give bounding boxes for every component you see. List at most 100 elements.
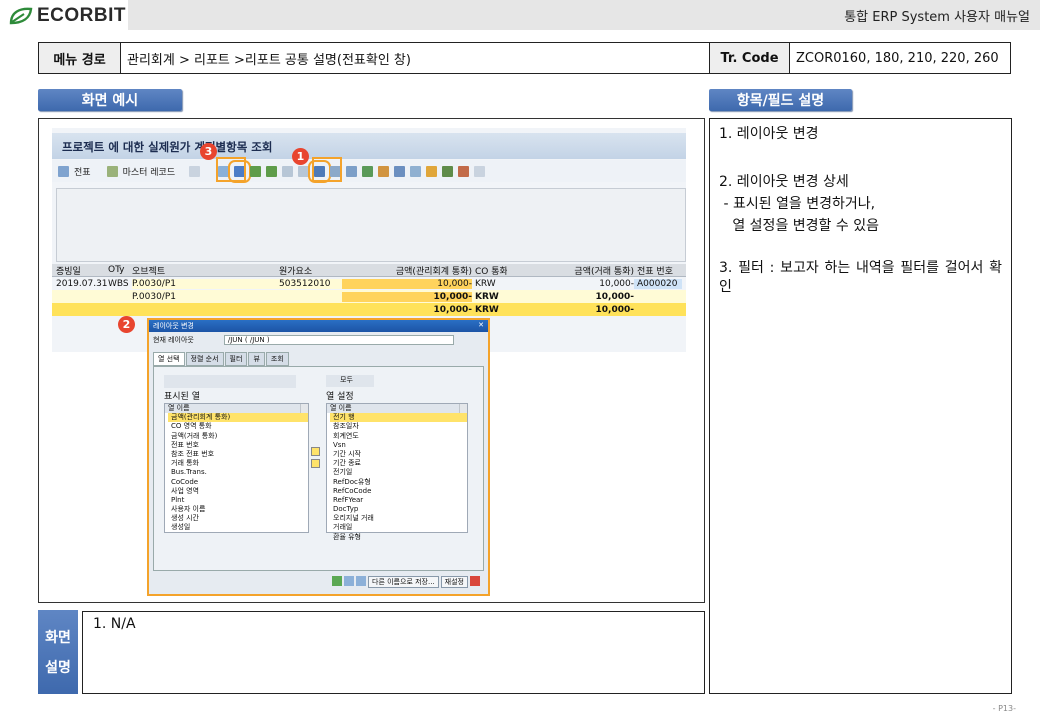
list-item[interactable]: 참조 전표 번호 — [168, 450, 308, 459]
tr-code-value: ZCOR0160, 180, 210, 220, 260 — [796, 50, 999, 66]
section-field-desc: 항목/필드 설명 — [709, 89, 852, 111]
layout-highlight — [312, 157, 342, 182]
list-item[interactable]: 환율 유형 — [330, 533, 467, 542]
col-header[interactable]: OTy — [108, 265, 132, 275]
screen-description-box: 1. N/A — [82, 611, 705, 694]
refresh-icon[interactable] — [189, 165, 201, 177]
list-item[interactable]: Plnt — [168, 496, 308, 505]
excel-icon[interactable] — [362, 165, 374, 177]
col-header[interactable]: 금액(관리회계 통화) — [342, 264, 472, 277]
list-item[interactable]: RefCoCode — [330, 487, 467, 496]
scrollbar[interactable] — [459, 404, 467, 414]
list-item[interactable]: 금액(관리회계 통화) — [168, 413, 308, 423]
mail-icon[interactable] — [426, 165, 438, 177]
menu-path-table: 메뉴 경로 관리회계 > 리포트 >리포트 공통 설명(전표확인 창) Tr. … — [38, 42, 1011, 74]
move-left-icon[interactable] — [311, 459, 320, 468]
list-item[interactable]: Bus.Trans. — [168, 468, 308, 477]
scrollbar[interactable] — [300, 404, 308, 414]
close-icon[interactable]: ✕ — [478, 321, 484, 331]
layout-save-icon[interactable] — [346, 165, 358, 177]
list-item[interactable]: 기간 시작 — [330, 450, 467, 459]
cancel-icon[interactable] — [470, 576, 480, 586]
screen-desc-label-1: 화면 — [45, 630, 71, 646]
subtotal-row[interactable]: P.0030/P1 10,000- KRW 10,000- — [52, 290, 686, 303]
column-set-header: 열 설정 — [326, 392, 354, 402]
cell: KRW — [475, 304, 499, 315]
export-icon[interactable] — [378, 165, 390, 177]
doc-button-label[interactable]: 전표 — [74, 165, 91, 178]
tab-sort[interactable]: 정렬 순서 — [185, 352, 224, 366]
col-header[interactable]: 전표 번호 — [634, 264, 682, 277]
tab-display[interactable]: 조회 — [265, 352, 289, 366]
alv-grid: 증빙일 OTy 오브젝트 원가요소 금액(관리회계 통화) CO 통화 금액(거… — [52, 264, 686, 316]
tr-code-label: Tr. Code — [710, 43, 790, 73]
save-as-button[interactable]: 다른 이름으로 저장... — [368, 576, 439, 588]
list-item[interactable]: 금액(거래 통화) — [168, 432, 308, 441]
cell: 503512010 — [277, 278, 342, 289]
save-icon[interactable] — [344, 576, 355, 586]
sum-icon[interactable] — [442, 165, 454, 177]
menu-path-value: 관리회계 > 리포트 >리포트 공통 설명(전표확인 창) — [121, 43, 710, 73]
col-header[interactable]: CO 통화 — [472, 264, 507, 277]
col-header[interactable]: 금액(거래 통화) — [507, 264, 634, 277]
master-record-icon[interactable] — [106, 165, 118, 177]
badge-1: 1 — [292, 148, 309, 165]
dialog-tabs: 열 선택 정렬 순서 필터 뷰 조회 — [149, 348, 488, 366]
screen-desc-label-2: 설명 — [45, 660, 71, 676]
list-item[interactable]: 생성일 — [168, 523, 308, 532]
list-item[interactable]: RefDoc유형 — [330, 478, 467, 487]
list-item[interactable]: CoCode — [168, 478, 308, 487]
list-item[interactable]: Vsn — [330, 441, 467, 450]
displayed-columns-list[interactable]: 열 이름 금액(관리회계 통화) CO 영역 통화 금액(거래 통화) 전표 번호 참조… — [164, 403, 309, 533]
list-item[interactable]: DocTyp — [330, 505, 467, 514]
list-item[interactable]: 거래 통화 — [168, 459, 308, 468]
leaf-icon — [9, 7, 33, 25]
col-header[interactable]: 원가요소 — [277, 264, 342, 277]
copy-icon[interactable] — [356, 576, 367, 586]
list-item[interactable]: 사용자 이름 — [168, 505, 308, 514]
sort-asc-icon[interactable] — [250, 165, 262, 177]
cell: WBS — [108, 278, 129, 289]
sort-desc-icon[interactable] — [266, 165, 278, 177]
total-row[interactable]: 10,000- KRW 10,000- — [52, 303, 686, 316]
field-desc-5: 3. 필터 : 보고자 하는 내역을 필터를 걸어서 확인 — [719, 260, 1002, 295]
tab-filter[interactable]: 필터 — [224, 352, 248, 366]
list-body: 전기 행 참조일자 회계연도 Vsn 기간 시작 기간 종료 전기일 RefDoc유형 RefC… — [327, 413, 467, 541]
manual-title: 통합 ERP System 사용자 매뉴얼 — [844, 10, 1030, 25]
list-item[interactable]: 전기일 — [330, 468, 467, 477]
abc-icon[interactable] — [410, 165, 422, 177]
col-header[interactable]: 증빙일 — [52, 264, 108, 277]
list-item[interactable]: 거래일 — [330, 523, 467, 532]
table-row[interactable]: 2019.07.31 WBS P.0030/P1 503512010 10,00… — [52, 277, 686, 290]
list-item[interactable]: RefFYear — [330, 496, 467, 505]
view-icon[interactable] — [298, 165, 310, 177]
graphic-icon[interactable] — [394, 165, 406, 177]
subtotal-icon[interactable] — [458, 165, 470, 177]
list-item[interactable]: 기간 종료 — [330, 459, 467, 468]
tab-view[interactable]: 뷰 — [248, 352, 265, 366]
tab-column-select[interactable]: 열 선택 — [153, 352, 185, 366]
reset-button[interactable]: 재설정 — [440, 576, 468, 588]
page-number: - P13- — [992, 704, 1016, 713]
current-layout-field[interactable]: /JUN ( /JUN ) — [223, 335, 454, 345]
document-icon[interactable] — [58, 165, 69, 177]
print-icon[interactable] — [282, 165, 294, 177]
list-item[interactable]: CO 영역 통화 — [168, 422, 308, 431]
list-item[interactable]: 전기 행 — [330, 413, 467, 423]
sap-toolbar: 전표 마스터 레코드 — [52, 159, 686, 183]
cell: KRW — [475, 278, 496, 289]
col-header[interactable]: 오브젝트 — [132, 264, 277, 277]
all-button[interactable]: 모두 — [326, 375, 374, 387]
company-logo: ECORBIT — [8, 5, 126, 27]
master-record-label[interactable]: 마스터 레코드 — [123, 165, 176, 178]
cell: 10,000- — [342, 291, 472, 302]
move-right-icon[interactable] — [311, 447, 320, 456]
list-item[interactable]: 회계연도 — [330, 432, 467, 441]
confirm-icon[interactable] — [332, 576, 343, 586]
list-item[interactable]: 참조일자 — [330, 422, 467, 431]
list-header: 열 이름 — [165, 404, 308, 414]
list-item[interactable]: 전표 번호 — [168, 441, 308, 450]
list-item[interactable]: 사업 영역 — [168, 487, 308, 496]
column-set-list[interactable]: 열 이름 전기 행 참조일자 회계연도 Vsn 기간 시작 기간 종료 전기일 RefDoc유… — [326, 403, 468, 541]
info-icon[interactable] — [474, 165, 486, 177]
